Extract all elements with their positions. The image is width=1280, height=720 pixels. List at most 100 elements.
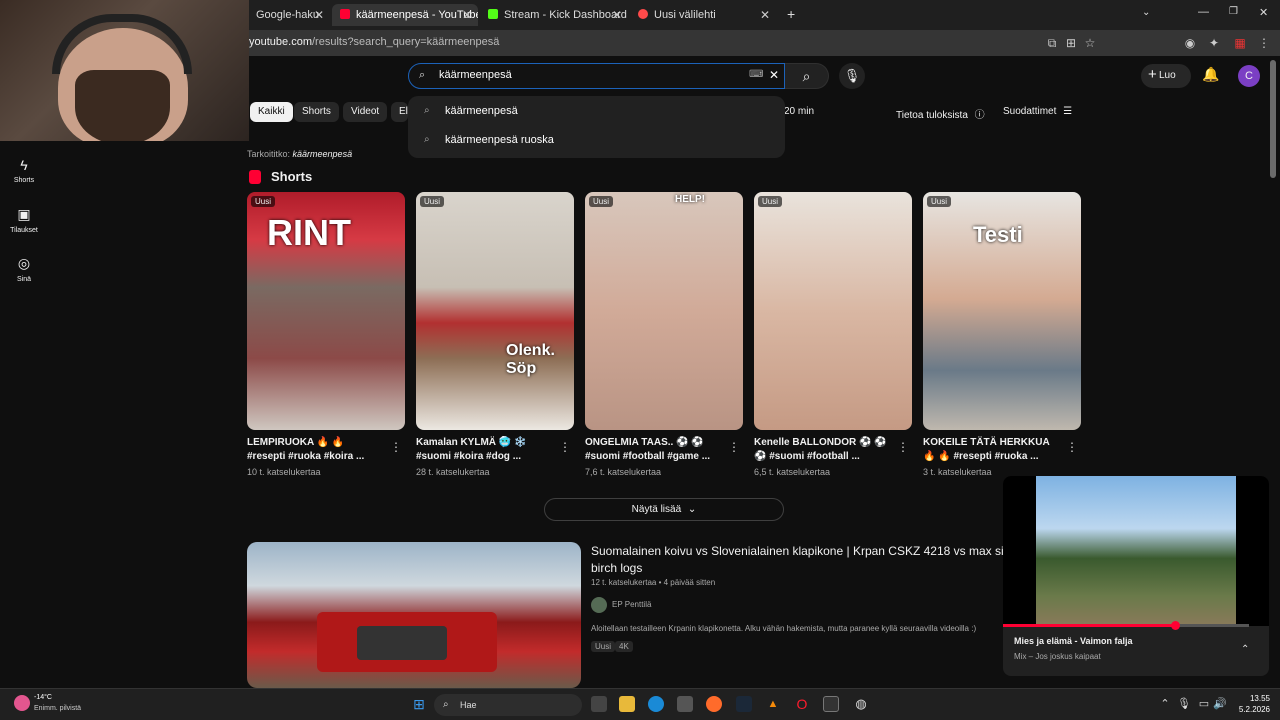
tab-google[interactable]: Google-haku ✕ [248,4,330,26]
sidebar-item-you[interactable]: ◎ Sinä [0,255,48,283]
show-more-button[interactable]: Näytä lisää ⌄ [544,498,784,521]
tab-list-icon[interactable]: ⌄ [1142,7,1150,18]
screenshot-icon[interactable]: ⧉ [1045,36,1059,50]
did-you-mean-prefix: Tarkoititko: [247,149,291,159]
weather-desc[interactable]: Enimm. pilvistä [34,705,81,712]
more-options-icon[interactable]: ⋮ [1066,440,1078,454]
close-icon[interactable]: ✕ [314,4,324,26]
search-box[interactable]: ⌕ käärmeenpesä ⌨ ✕ [408,63,785,89]
chip-videos[interactable]: Videot [343,102,388,122]
short-title[interactable]: KOKEILE TÄTÄ HERKKUA 🔥 🔥 #resepti #ruoka … [923,436,1071,464]
more-options-icon[interactable]: ⋮ [390,440,402,454]
filters-label: Suodattimet [1003,106,1057,117]
clock-time[interactable]: 13.55 [1234,694,1270,703]
sidebar-item-shorts[interactable]: ϟ Shorts [0,157,48,184]
account-icon[interactable]: ◉ [1183,36,1197,50]
tab-kick[interactable]: Stream - Kick Dashboard ✕ [480,4,628,26]
miniplayer-scrubber[interactable] [1171,621,1180,630]
miniplayer[interactable]: Mies ja elämä - Vaimon falja Mix – Jos j… [1003,476,1269,676]
install-icon[interactable]: ⊞ [1064,36,1078,50]
short-thumbnail[interactable]: Uusi Olenk. Söp [416,192,574,430]
suggestion-item[interactable]: käärmeenpesä [445,105,518,117]
voice-search-button[interactable]: 🎙 [839,63,865,89]
short-thumbnail[interactable]: Uusi Testi [923,192,1081,430]
extensions-icon[interactable]: ✦ [1207,36,1221,50]
close-icon[interactable]: ✕ [760,4,770,26]
file-explorer-icon[interactable] [619,696,635,712]
taskbar-search[interactable]: ⌕ Hae [434,694,582,716]
short-thumbnail[interactable]: Uusi HELP! [585,192,743,430]
network-icon[interactable]: ▭ [1196,696,1212,712]
short-title-line: #resepti #ruoka #koira ... [247,451,365,462]
new-tab-button[interactable]: + [787,6,795,22]
obs-icon[interactable]: ◍ [853,696,869,712]
video-title-line2[interactable]: birch logs [591,560,642,577]
did-you-mean[interactable]: Tarkoititko: käärmeenpesä [247,149,352,159]
search-icon: ⌕ [424,105,430,116]
firefox-icon[interactable] [706,696,722,712]
close-window-icon[interactable]: ✕ [1259,6,1268,19]
more-options-icon[interactable]: ⋮ [897,440,909,454]
tab-label: Uusi välilehti [654,9,716,21]
steam-icon[interactable] [736,696,752,712]
sidebar-item-subscriptions[interactable]: ▣ Tilaukset [0,206,48,234]
chip-partial[interactable]: El [391,102,408,122]
maximize-icon[interactable]: ❐ [1229,6,1238,17]
clock-date[interactable]: 5.2.2026 [1224,705,1270,714]
short-views: 28 t. katselukertaa [416,467,490,477]
task-view-icon[interactable] [591,696,607,712]
vlc-icon[interactable]: ▲ [765,696,781,712]
miniplayer-progress[interactable] [1003,624,1175,627]
microphone-icon[interactable]: 🎙 [1176,696,1192,712]
channel-name[interactable]: EP Penttilä [612,600,651,609]
about-results-button[interactable]: Tietoa tuloksista ⓘ [896,106,985,121]
scrollbar[interactable] [1270,60,1276,178]
tab-youtube[interactable]: käärmeenpesä - YouTube ✕ [332,4,478,26]
opera-icon[interactable]: O [794,696,810,712]
store-icon[interactable] [677,696,693,712]
suggestion-item[interactable]: käärmeenpesä ruoska [445,134,554,146]
extension-badge-icon[interactable]: ▦ [1233,36,1247,50]
chip-all[interactable]: Kaikki [250,102,293,122]
filters-button[interactable]: Suodattimet ☰ [1003,106,1072,117]
machine-drum [357,626,447,660]
search-button[interactable]: ⌕ [785,63,829,89]
weather-icon[interactable] [14,695,30,711]
more-options-icon[interactable]: ⋮ [728,440,740,454]
notifications-bell-icon[interactable]: 🔔 [1202,66,1219,83]
create-button[interactable]: Luo [1141,63,1191,88]
windows-start-icon[interactable]: ⊞ [411,696,427,712]
edge-icon[interactable] [648,696,664,712]
short-overlay-text: HELP! [675,194,705,205]
clear-search-icon[interactable]: ✕ [769,68,779,82]
miniplayer-video[interactable] [1003,476,1269,626]
more-options-icon[interactable]: ⋮ [559,440,571,454]
chevron-up-icon[interactable]: ⌃ [1241,644,1249,655]
channel-avatar[interactable] [591,597,607,613]
keyboard-icon[interactable]: ⌨ [749,69,763,80]
short-title[interactable]: Kamalan KYLMÄ 🥶 ❄️ #suomi #koira #dog ... [416,436,564,464]
terminal-icon[interactable] [823,696,839,712]
close-icon[interactable]: ✕ [612,4,622,26]
url-field[interactable]: youtube.com/results?search_query=käärmee… [249,36,499,48]
chip-shorts[interactable]: Shorts [294,102,339,122]
avatar[interactable]: C [1238,65,1260,87]
short-title[interactable]: LEMPIRUOKA 🔥 🔥 #resepti #ruoka #koira ... [247,436,395,464]
tab-new[interactable]: Uusi välilehti ✕ [630,4,776,26]
video-thumbnail[interactable] [247,542,581,688]
bookmark-star-icon[interactable]: ☆ [1083,36,1097,50]
menu-icon[interactable]: ⋮ [1257,36,1271,50]
weather-temp[interactable]: -14°C [34,694,52,701]
short-title[interactable]: Kenelle BALLONDOR ⚽ ⚽ ⚽ #suomi #football … [754,436,902,464]
shorts-icon: ϟ [20,157,28,173]
close-icon[interactable]: ✕ [462,4,472,26]
video-title[interactable]: Suomalainen koivu vs Slovenialainen klap… [591,543,1006,560]
short-thumbnail[interactable]: Uusi [754,192,912,430]
short-views: 6,5 t. katselukertaa [754,467,831,477]
minimize-icon[interactable]: — [1198,6,1209,18]
did-you-mean-term[interactable]: käärmeenpesä [293,149,353,159]
search-input[interactable]: käärmeenpesä [439,69,512,81]
short-thumbnail[interactable]: Uusi RINT [247,192,405,430]
short-title[interactable]: ONGELMIA TAAS.. ⚽ ⚽ #suomi #football #gam… [585,436,733,464]
chevron-up-icon[interactable]: ⌃ [1157,696,1173,712]
